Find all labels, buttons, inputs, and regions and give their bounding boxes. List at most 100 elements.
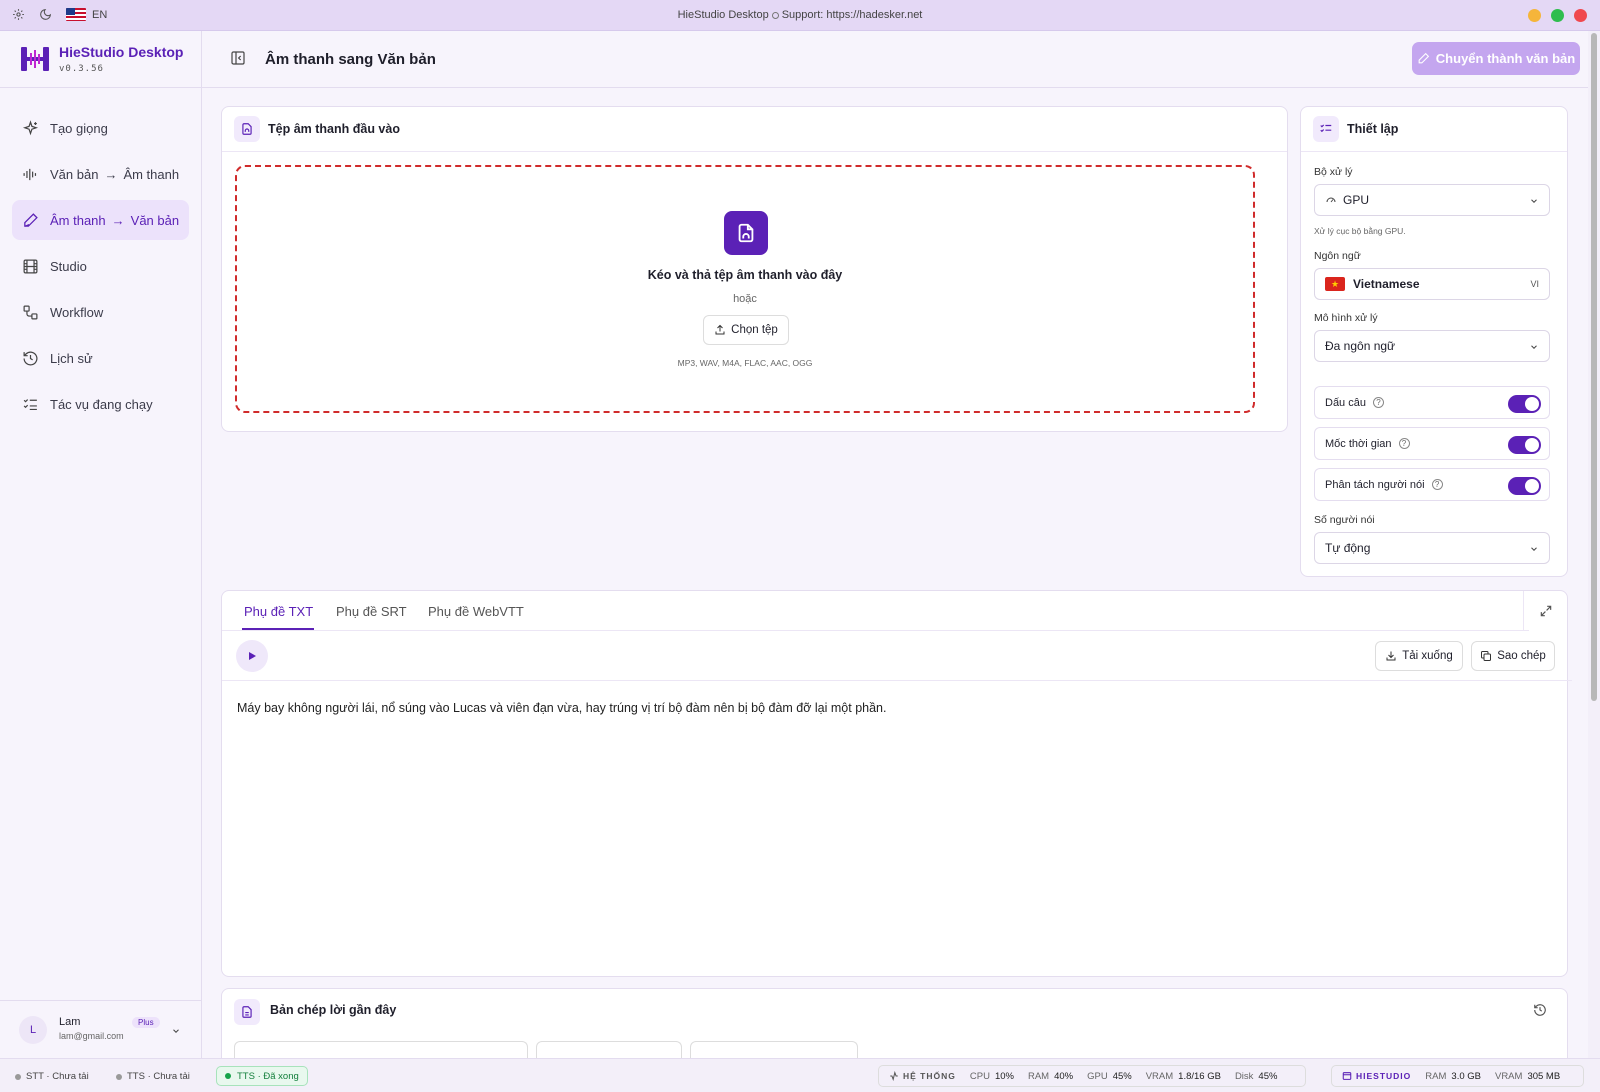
file-drop-zone[interactable]: Kéo và thả tệp âm thanh vào đây hoặc Chọ… xyxy=(235,165,1255,413)
tts-done-badge: TTS · Đã xong xyxy=(216,1066,308,1086)
timestamps-toggle-row: Mốc thời gian ? xyxy=(1314,427,1550,460)
diarization-toggle-row: Phân tách người nói ? xyxy=(1314,468,1550,501)
help-icon[interactable]: ? xyxy=(1398,438,1410,449)
settings-header: Thiết lập xyxy=(1301,107,1567,152)
sidebar-item-label: Âm thanh xyxy=(50,212,106,228)
arrow-right-icon: → xyxy=(111,212,125,228)
scrollbar-thumb[interactable] xyxy=(1591,33,1597,701)
download-icon xyxy=(1386,651,1396,661)
help-icon[interactable]: ? xyxy=(1431,479,1443,490)
sidebar: HieStudio Desktop v0.3.56 Tạo giọng Văn … xyxy=(0,31,202,1058)
upload-icon xyxy=(715,324,725,335)
convert-button[interactable]: Chuyển thành văn bản xyxy=(1412,42,1580,75)
choose-file-label: Chọn tệp xyxy=(731,324,778,336)
window-icon xyxy=(1342,1072,1352,1080)
pen-icon xyxy=(24,212,38,227)
system-label-text: HỆ THỐNG xyxy=(903,1071,956,1081)
sidebar-item-history[interactable]: Lịch sử xyxy=(12,338,189,378)
sidebar-collapse-icon[interactable] xyxy=(230,50,246,66)
settings-title: Thiết lập xyxy=(1347,122,1399,136)
document-icon xyxy=(234,999,260,1025)
user-menu[interactable]: L Lam Plus lam@gmail.com xyxy=(0,1000,201,1058)
plan-badge: Plus xyxy=(132,1017,160,1028)
tab-srt[interactable]: Phụ đề SRT xyxy=(336,604,407,619)
audio-file-icon xyxy=(724,211,768,255)
sidebar-item-label: Lịch sử xyxy=(50,350,93,366)
active-tab-indicator xyxy=(242,628,314,630)
model-value: Đa ngôn ngữ xyxy=(1325,339,1396,353)
app-logo-icon xyxy=(21,47,49,71)
vram-metric: VRAM 1.8/16 GB xyxy=(1145,1070,1221,1082)
film-icon xyxy=(23,259,38,273)
history-icon[interactable] xyxy=(1533,1003,1547,1017)
transcript-text[interactable]: Máy bay không người lái, nổ súng vào Luc… xyxy=(237,701,886,715)
sidebar-item-workflow[interactable]: Workflow xyxy=(12,292,189,332)
help-icon[interactable]: ? xyxy=(1372,397,1384,408)
copy-button[interactable]: Sao chép xyxy=(1471,641,1555,671)
vietnam-flag-icon: ★ xyxy=(1325,277,1345,291)
tab-webvtt[interactable]: Phụ đề WebVTT xyxy=(428,604,524,619)
speakers-label: Số người nói xyxy=(1314,514,1375,526)
minimize-button[interactable] xyxy=(1528,9,1541,22)
sidebar-item-studio[interactable]: Studio xyxy=(12,246,189,286)
sidebar-item-label: Tạo giọng xyxy=(50,120,108,136)
ram-metric: RAM 40% xyxy=(1027,1070,1074,1082)
arrow-right-icon: → xyxy=(104,166,118,182)
sidebar-item-label: Âm thanh xyxy=(123,166,180,182)
speakers-value: Tự động xyxy=(1325,541,1371,555)
status-bar: STT · Chưa tải TTS · Chưa tải TTS · Đã x… xyxy=(0,1058,1600,1092)
expand-icon xyxy=(1540,605,1551,617)
output-card: Phụ đề TXT Phụ đề SRT Phụ đề WebVTT Tải … xyxy=(221,590,1572,977)
tab-txt[interactable]: Phụ đề TXT xyxy=(244,604,313,619)
choose-file-button[interactable]: Chọn tệp xyxy=(703,315,789,345)
chevron-down-icon[interactable] xyxy=(171,1026,181,1036)
copy-icon xyxy=(1481,651,1492,661)
sidebar-item-running-tasks[interactable]: Tác vụ đang chạy xyxy=(12,384,189,424)
diarization-switch[interactable] xyxy=(1508,477,1541,495)
punctuation-label: Dấu câu xyxy=(1325,396,1366,409)
app-ram-metric: RAM 3.0 GB xyxy=(1425,1070,1481,1082)
processor-select[interactable]: GPU xyxy=(1314,184,1550,216)
sidebar-item-label: Văn bản xyxy=(130,212,180,228)
tts-status-text: TTS · Chưa tải xyxy=(127,1071,190,1082)
play-icon xyxy=(249,652,256,660)
cpu-metric: CPU 10% xyxy=(969,1070,1014,1082)
support-link: Support: https://hadesker.net xyxy=(781,9,923,21)
stt-status-text: STT · Chưa tải xyxy=(26,1071,89,1082)
speakers-select[interactable]: Tự động xyxy=(1314,532,1550,564)
title-bar: EN HieStudio Desktop Support: https://had… xyxy=(0,0,1600,31)
drop-or-text: hoặc xyxy=(733,293,757,305)
sidebar-item-tao-giong[interactable]: Tạo giọng xyxy=(12,108,189,148)
drop-title: Kéo và thả tệp âm thanh vào đây xyxy=(647,268,843,282)
input-card-title: Tệp âm thanh đầu vào xyxy=(268,122,400,136)
punctuation-switch[interactable] xyxy=(1508,395,1541,413)
audio-file-icon xyxy=(234,116,260,142)
timestamps-label: Mốc thời gian xyxy=(1325,437,1392,450)
processor-value: GPU xyxy=(1343,193,1370,207)
play-button[interactable] xyxy=(236,640,268,672)
chevron-down-icon xyxy=(1531,199,1537,203)
close-button[interactable] xyxy=(1574,9,1587,22)
expand-button[interactable] xyxy=(1523,591,1567,631)
timestamps-switch[interactable] xyxy=(1508,436,1541,454)
scrollbar[interactable] xyxy=(1588,31,1600,1058)
brand-name: HieStudio Desktop xyxy=(59,44,184,60)
language-select[interactable]: ★ Vietnamese VI xyxy=(1314,268,1550,300)
pen-icon xyxy=(1418,52,1429,64)
settings-list-icon xyxy=(1313,116,1339,142)
tts-done-text: TTS · Đã xong xyxy=(237,1070,299,1082)
user-name: Lam xyxy=(59,1016,81,1028)
sidebar-item-label: Studio xyxy=(50,258,87,274)
model-select[interactable]: Đa ngôn ngữ xyxy=(1314,330,1550,362)
processor-hint: Xử lý cục bộ bằng GPU. xyxy=(1314,226,1406,236)
download-button[interactable]: Tải xuống xyxy=(1375,641,1463,671)
gauge-icon xyxy=(1326,197,1336,203)
convert-button-label: Chuyển thành văn bản xyxy=(1435,51,1576,66)
sidebar-item-speech-to-text[interactable]: Âm thanh → Văn bản xyxy=(12,200,189,240)
system-label: HỆ THỐNG xyxy=(889,1071,956,1081)
copy-label: Sao chép xyxy=(1497,650,1546,662)
sidebar-item-label: Workflow xyxy=(50,304,104,320)
sidebar-item-text-to-speech[interactable]: Văn bản → Âm thanh xyxy=(12,154,189,194)
window-title-text: HieStudio Desktop xyxy=(677,9,769,21)
maximize-button[interactable] xyxy=(1551,9,1564,22)
